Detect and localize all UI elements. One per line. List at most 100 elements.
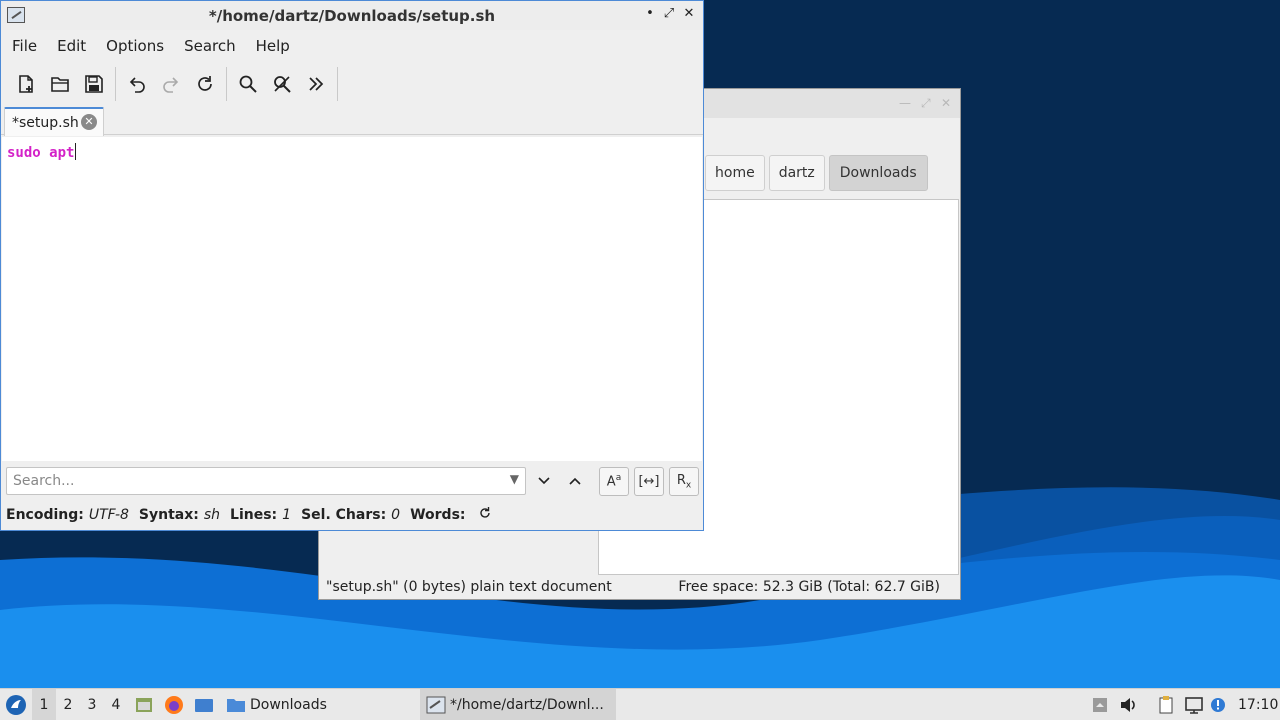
- chevron-down-icon[interactable]: ▼: [510, 472, 519, 486]
- info-icon: [1211, 698, 1225, 712]
- undo-icon: [129, 77, 145, 93]
- network-button[interactable]: [1182, 689, 1206, 720]
- code-text: sudo apt: [7, 145, 75, 161]
- minimize-icon[interactable]: •: [642, 6, 658, 24]
- reload-icon: [198, 76, 212, 91]
- syntax-label: Syntax:: [138, 507, 199, 523]
- file-manager-icon: [136, 698, 152, 712]
- syntax-value: sh: [203, 507, 221, 523]
- find-button[interactable]: [231, 67, 265, 101]
- clipboard-icon: [1159, 696, 1173, 714]
- code-line: sudo apt: [7, 143, 77, 161]
- lines-value: 1: [282, 507, 292, 523]
- double-chevron-right-icon: [309, 77, 324, 91]
- find-previous-button[interactable]: [563, 469, 587, 493]
- lubuntu-logo-icon: [6, 695, 26, 715]
- workspace-3[interactable]: 3: [80, 689, 104, 720]
- task-text-editor[interactable]: */home/dartz/Downl...: [420, 689, 616, 720]
- tab-label: *setup.sh: [12, 114, 79, 131]
- fm-maximize-icon[interactable]: ⤢: [921, 96, 931, 111]
- menu-options[interactable]: Options: [96, 37, 174, 55]
- folder-open-icon: [51, 77, 69, 92]
- maximize-icon[interactable]: ⤢: [661, 6, 677, 24]
- tray-expand-button[interactable]: [1090, 689, 1110, 720]
- tab-close-icon[interactable]: ✕: [81, 114, 97, 130]
- text-editor-window[interactable]: */home/dartz/Downloads/setup.sh • ⤢ ✕ Fi…: [0, 0, 704, 531]
- redo-button[interactable]: [154, 67, 188, 101]
- fm-status-free-space: Free space: 52.3 GiB (Total: 62.7 GiB): [678, 579, 940, 595]
- encoding-value: UTF-8: [88, 507, 129, 523]
- file-manager-launcher[interactable]: [132, 689, 156, 720]
- chevron-up-icon: [1093, 698, 1107, 712]
- fm-close-icon[interactable]: ✕: [941, 96, 951, 110]
- menu-edit[interactable]: Edit: [47, 37, 96, 55]
- menu-search[interactable]: Search: [174, 37, 246, 55]
- firefox-icon: [165, 696, 183, 714]
- volume-icon: [1121, 698, 1135, 712]
- chevron-up-icon: [569, 477, 581, 485]
- task-label: Downloads: [250, 697, 327, 713]
- text-editor-area[interactable]: sudo apt: [2, 137, 702, 461]
- taskbar: 1 2 3 4 Downloads */home/dartz/Downl... …: [0, 688, 1280, 720]
- menu-file[interactable]: File: [2, 37, 47, 55]
- sel-chars-value: 0: [391, 507, 401, 523]
- task-label: */home/dartz/Downl...: [450, 697, 604, 713]
- path-bar: home dartz Downloads: [705, 155, 928, 191]
- desktop-icon: [195, 699, 213, 712]
- task-downloads[interactable]: Downloads: [222, 689, 418, 720]
- text-editor-icon: [426, 696, 446, 714]
- volume-button[interactable]: [1116, 689, 1140, 720]
- tab-bar: *setup.sh ✕: [1, 107, 703, 136]
- search-input[interactable]: Search... ▼: [6, 467, 526, 495]
- go-to-line-button[interactable]: [299, 67, 333, 101]
- fm-status-selection: "setup.sh" (0 bytes) plain text document: [326, 579, 612, 595]
- find-bar: Search... ▼ Aa [↔] Rx: [2, 463, 702, 499]
- whole-word-button[interactable]: [↔]: [634, 467, 664, 496]
- workspace-4[interactable]: 4: [104, 689, 128, 720]
- folder-icon: [227, 699, 245, 712]
- path-crumb-home[interactable]: home: [705, 155, 765, 191]
- match-case-icon: Aa: [606, 473, 622, 490]
- editor-statusbar: Encoding: UTF-8 Syntax: sh Lines: 1 Sel. Ch…: [6, 505, 492, 525]
- save-file-button[interactable]: [77, 67, 111, 101]
- toolbar-separator: [115, 67, 116, 101]
- new-file-icon: [19, 75, 33, 93]
- close-icon[interactable]: ✕: [681, 6, 697, 24]
- find-replace-button[interactable]: [265, 67, 299, 101]
- reload-button[interactable]: [188, 67, 222, 101]
- menu-help[interactable]: Help: [246, 37, 300, 55]
- notification-button[interactable]: [1208, 689, 1228, 720]
- file-manager-statusbar: "setup.sh" (0 bytes) plain text document…: [319, 575, 960, 599]
- clipboard-button[interactable]: [1154, 689, 1178, 720]
- show-desktop-button[interactable]: [192, 689, 216, 720]
- text-cursor: [75, 143, 77, 160]
- new-file-button[interactable]: [9, 67, 43, 101]
- encoding-label: Encoding:: [6, 507, 84, 523]
- undo-button[interactable]: [120, 67, 154, 101]
- refresh-words-icon[interactable]: [478, 506, 492, 524]
- workspace-1[interactable]: 1: [32, 689, 56, 720]
- save-icon: [85, 75, 103, 93]
- fm-minimize-icon[interactable]: —: [899, 96, 911, 110]
- toolbar-separator: [337, 67, 338, 101]
- workspace-2[interactable]: 2: [56, 689, 80, 720]
- search-placeholder: Search...: [13, 473, 75, 489]
- regex-button[interactable]: Rx: [669, 467, 699, 496]
- clock[interactable]: 17:10: [1238, 689, 1278, 720]
- firefox-launcher[interactable]: [162, 689, 186, 720]
- path-crumb-dartz[interactable]: dartz: [768, 155, 825, 191]
- chevron-down-icon: [538, 477, 550, 485]
- match-case-button[interactable]: Aa: [599, 467, 629, 496]
- tab-setup-sh[interactable]: *setup.sh ✕: [4, 107, 104, 136]
- toolbar: [1, 61, 703, 107]
- redo-icon: [163, 77, 179, 93]
- start-menu-button[interactable]: [4, 689, 28, 720]
- open-file-button[interactable]: [43, 67, 77, 101]
- menu-bar: File Edit Options Search Help: [1, 30, 703, 61]
- editor-titlebar[interactable]: */home/dartz/Downloads/setup.sh • ⤢ ✕: [1, 1, 703, 30]
- find-next-button[interactable]: [532, 469, 556, 493]
- search-icon: [239, 75, 257, 93]
- whole-word-icon: [↔]: [638, 474, 660, 489]
- network-icon: [1185, 697, 1203, 714]
- path-crumb-downloads[interactable]: Downloads: [828, 155, 928, 191]
